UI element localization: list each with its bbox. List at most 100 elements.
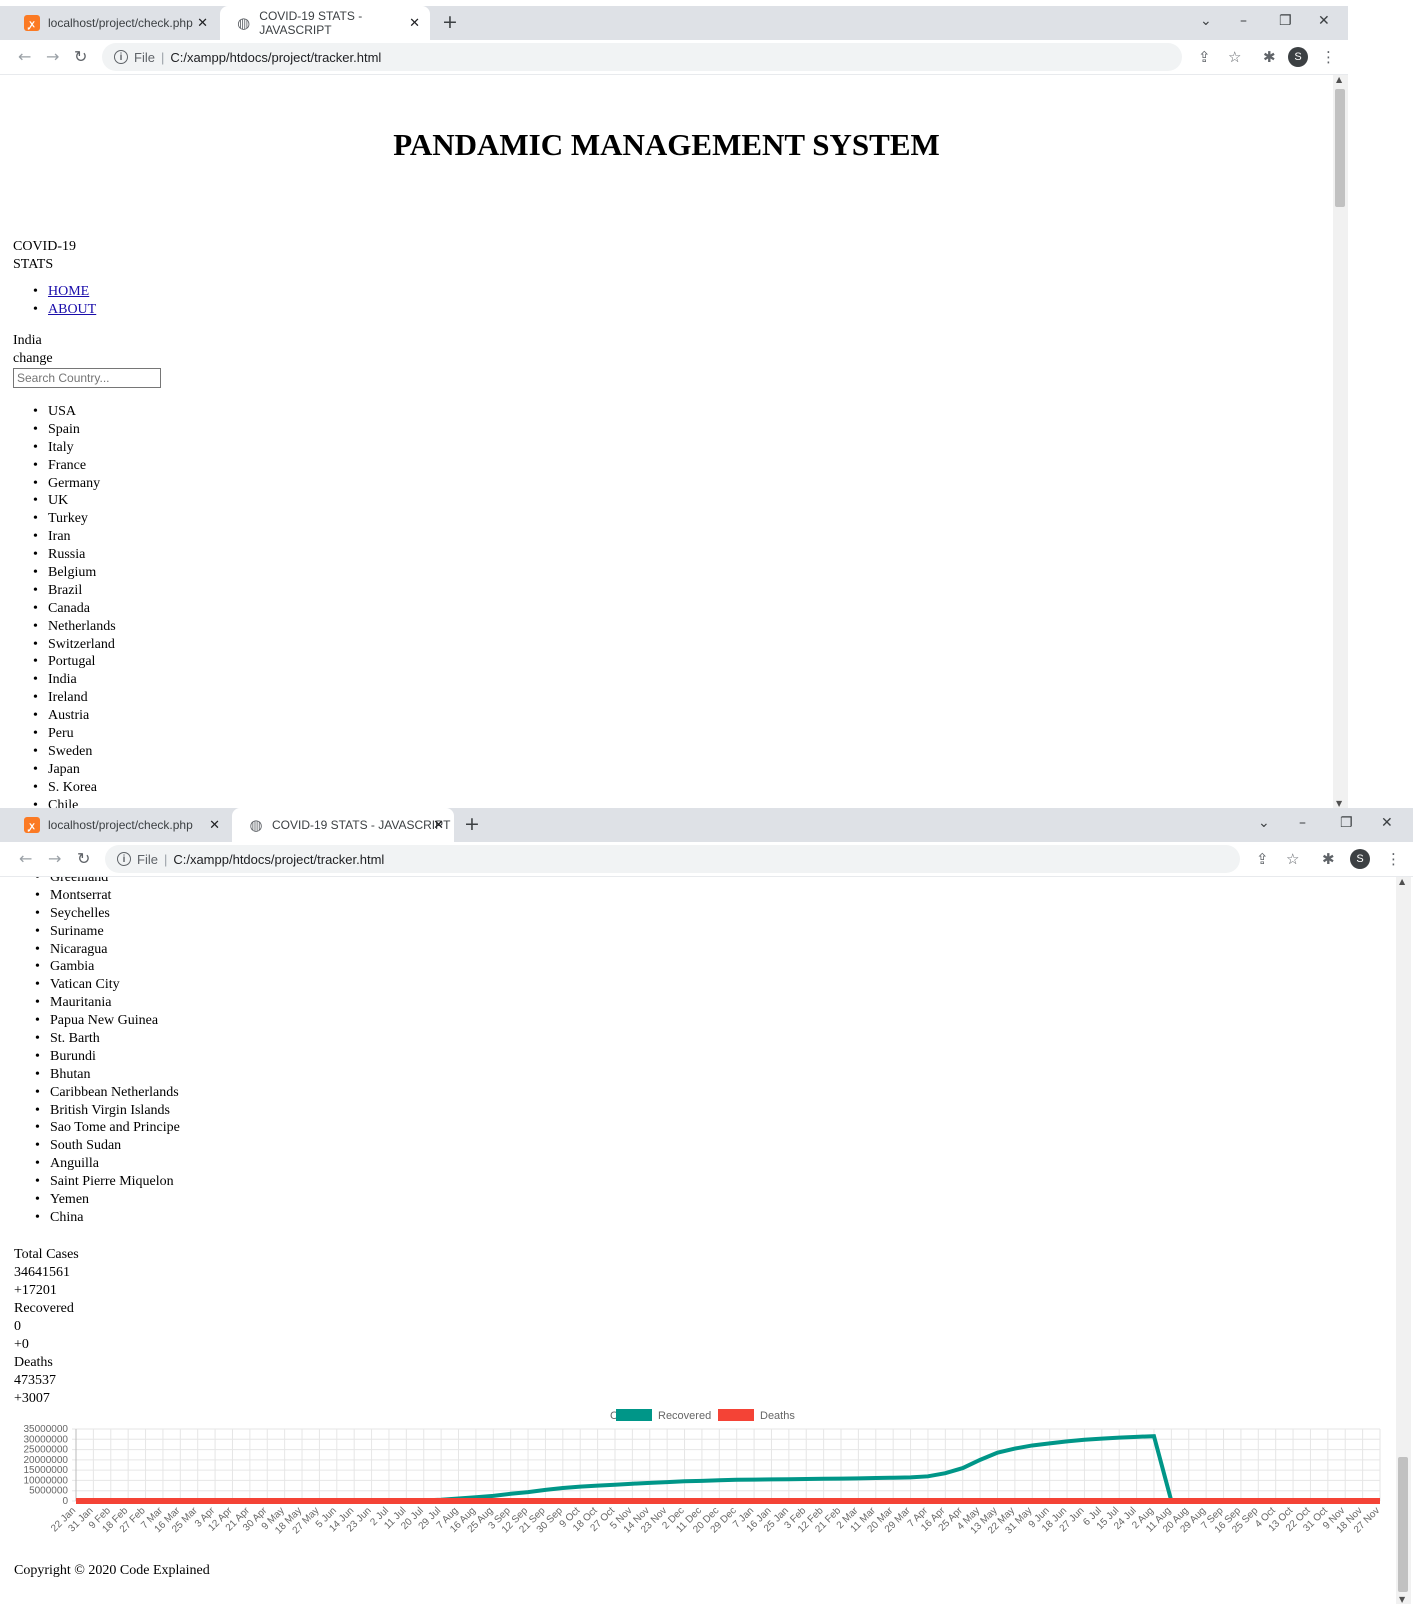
- country-item[interactable]: S. Korea: [13, 779, 116, 797]
- reload-icon[interactable]: ↻: [74, 47, 87, 66]
- country-item[interactable]: Chile: [13, 797, 116, 808]
- tab-check-php[interactable]: ꭙ localhost/project/check.php ✕: [8, 6, 218, 40]
- restore-icon[interactable]: ❐: [1340, 815, 1353, 831]
- forward-icon[interactable]: →: [48, 849, 61, 868]
- url-text: C:/xampp/htdocs/project/tracker.html: [173, 851, 385, 867]
- country-item[interactable]: Anguilla: [15, 1155, 180, 1173]
- close-tab-icon[interactable]: ✕: [209, 817, 220, 833]
- legend-swatch-recovered: [616, 1409, 652, 1421]
- country-item[interactable]: Austria: [13, 707, 116, 725]
- bookmark-star-icon[interactable]: ☆: [1228, 48, 1241, 66]
- country-item[interactable]: Japan: [13, 761, 116, 779]
- country-item[interactable]: Papua New Guinea: [15, 1012, 180, 1030]
- extensions-icon[interactable]: ✱: [1322, 850, 1335, 868]
- profile-avatar[interactable]: S: [1350, 849, 1370, 869]
- profile-avatar[interactable]: S: [1288, 47, 1308, 67]
- country-item[interactable]: China: [15, 1209, 180, 1227]
- country-item[interactable]: Portugal: [13, 653, 116, 671]
- country-item[interactable]: Italy: [13, 439, 116, 457]
- country-item[interactable]: Montserrat: [15, 887, 180, 905]
- country-item[interactable]: France: [13, 457, 116, 475]
- share-icon[interactable]: ⇪: [1256, 850, 1269, 868]
- new-tab-icon[interactable]: +: [464, 813, 480, 835]
- country-item[interactable]: Saint Pierre Miquelon: [15, 1173, 180, 1191]
- share-icon[interactable]: ⇪: [1198, 48, 1211, 66]
- xampp-icon: ꭙ: [24, 15, 40, 31]
- country-item[interactable]: Russia: [13, 546, 116, 564]
- globe-icon: ◍: [237, 15, 251, 32]
- scrollbar[interactable]: ▲ ▼: [1396, 877, 1411, 1604]
- menu-icon[interactable]: ⋮: [1386, 850, 1401, 868]
- tab-label: COVID-19 STATS - JAVASCRIPT: [272, 818, 451, 832]
- close-window-icon[interactable]: ✕: [1318, 13, 1330, 29]
- country-item[interactable]: Germany: [13, 475, 116, 493]
- scroll-down-icon[interactable]: ▼: [1399, 1595, 1405, 1604]
- country-item[interactable]: India: [13, 671, 116, 689]
- minimize-icon[interactable]: –: [1240, 13, 1247, 29]
- country-item[interactable]: British Virgin Islands: [15, 1102, 180, 1120]
- country-item[interactable]: Burundi: [15, 1048, 180, 1066]
- home-link[interactable]: HOME: [48, 284, 89, 299]
- new-tab-icon[interactable]: +: [442, 11, 458, 33]
- country-item[interactable]: Vatican City: [15, 976, 180, 994]
- country-item[interactable]: Mauritania: [15, 994, 180, 1012]
- scroll-up-icon[interactable]: ▲: [1336, 75, 1342, 84]
- scroll-down-icon[interactable]: ▼: [1336, 799, 1342, 808]
- bookmark-star-icon[interactable]: ☆: [1286, 850, 1299, 868]
- country-item[interactable]: Netherlands: [13, 618, 116, 636]
- url-separator: |: [163, 851, 168, 867]
- country-item[interactable]: Spain: [13, 421, 116, 439]
- country-item[interactable]: Switzerland: [13, 636, 116, 654]
- close-tab-icon[interactable]: ✕: [409, 15, 420, 31]
- scrollbar[interactable]: ▲ ▼: [1333, 75, 1348, 808]
- back-icon[interactable]: ←: [19, 849, 32, 868]
- country-item[interactable]: South Sudan: [15, 1137, 180, 1155]
- chevron-down-icon[interactable]: ⌄: [1258, 815, 1270, 831]
- country-item[interactable]: Belgium: [13, 564, 116, 582]
- country-item[interactable]: Suriname: [15, 923, 180, 941]
- country-item[interactable]: Seychelles: [15, 905, 180, 923]
- extensions-icon[interactable]: ✱: [1263, 48, 1276, 66]
- close-window-icon[interactable]: ✕: [1381, 815, 1393, 831]
- country-item[interactable]: Bhutan: [15, 1066, 180, 1084]
- country-item[interactable]: Brazil: [13, 582, 116, 600]
- country-item[interactable]: Sweden: [13, 743, 116, 761]
- scrollbar-thumb[interactable]: [1398, 1457, 1408, 1592]
- scrollbar-thumb[interactable]: [1335, 89, 1345, 207]
- back-icon[interactable]: ←: [18, 47, 31, 66]
- country-item[interactable]: Turkey: [13, 510, 116, 528]
- info-icon: i: [114, 50, 128, 64]
- menu-icon[interactable]: ⋮: [1321, 48, 1336, 66]
- country-item[interactable]: Ireland: [13, 689, 116, 707]
- chevron-down-icon[interactable]: ⌄: [1200, 13, 1212, 29]
- tab-covid-stats[interactable]: ◍ COVID-19 STATS - JAVASCRIPT ✕: [220, 6, 430, 40]
- country-item[interactable]: Greenland: [15, 877, 180, 887]
- forward-icon[interactable]: →: [46, 47, 59, 66]
- country-item[interactable]: Caribbean Netherlands: [15, 1084, 180, 1102]
- minimize-icon[interactable]: –: [1299, 815, 1306, 831]
- country-item[interactable]: USA: [13, 403, 116, 421]
- tab-check-php[interactable]: ꭙ localhost/project/check.php ✕: [8, 808, 230, 842]
- country-item[interactable]: Yemen: [15, 1191, 180, 1209]
- country-item[interactable]: Gambia: [15, 958, 180, 976]
- country-item[interactable]: St. Barth: [15, 1030, 180, 1048]
- country-item[interactable]: Nicaragua: [15, 941, 180, 959]
- country-item[interactable]: Iran: [13, 528, 116, 546]
- tab-covid-stats[interactable]: ◍ COVID-19 STATS - JAVASCRIPT ✕: [232, 808, 454, 842]
- about-link[interactable]: ABOUT: [48, 302, 96, 317]
- reload-icon[interactable]: ↻: [77, 849, 90, 868]
- close-tab-icon[interactable]: ✕: [197, 15, 208, 31]
- url-text: C:/xampp/htdocs/project/tracker.html: [170, 49, 382, 65]
- close-tab-icon[interactable]: ✕: [433, 817, 444, 833]
- country-item[interactable]: Canada: [13, 600, 116, 618]
- restore-icon[interactable]: ❐: [1279, 13, 1292, 29]
- scroll-up-icon[interactable]: ▲: [1399, 877, 1405, 886]
- country-item[interactable]: Peru: [13, 725, 116, 743]
- country-item[interactable]: Sao Tome and Principe: [15, 1119, 180, 1137]
- recovered-label: Recovered: [14, 1301, 74, 1316]
- country-item[interactable]: UK: [13, 492, 116, 510]
- search-country-input[interactable]: [13, 368, 161, 388]
- address-bar[interactable]: i File | C:/xampp/htdocs/project/tracker…: [105, 845, 1240, 873]
- address-bar[interactable]: i File | C:/xampp/htdocs/project/tracker…: [102, 43, 1182, 71]
- change-country-button[interactable]: change: [13, 350, 53, 368]
